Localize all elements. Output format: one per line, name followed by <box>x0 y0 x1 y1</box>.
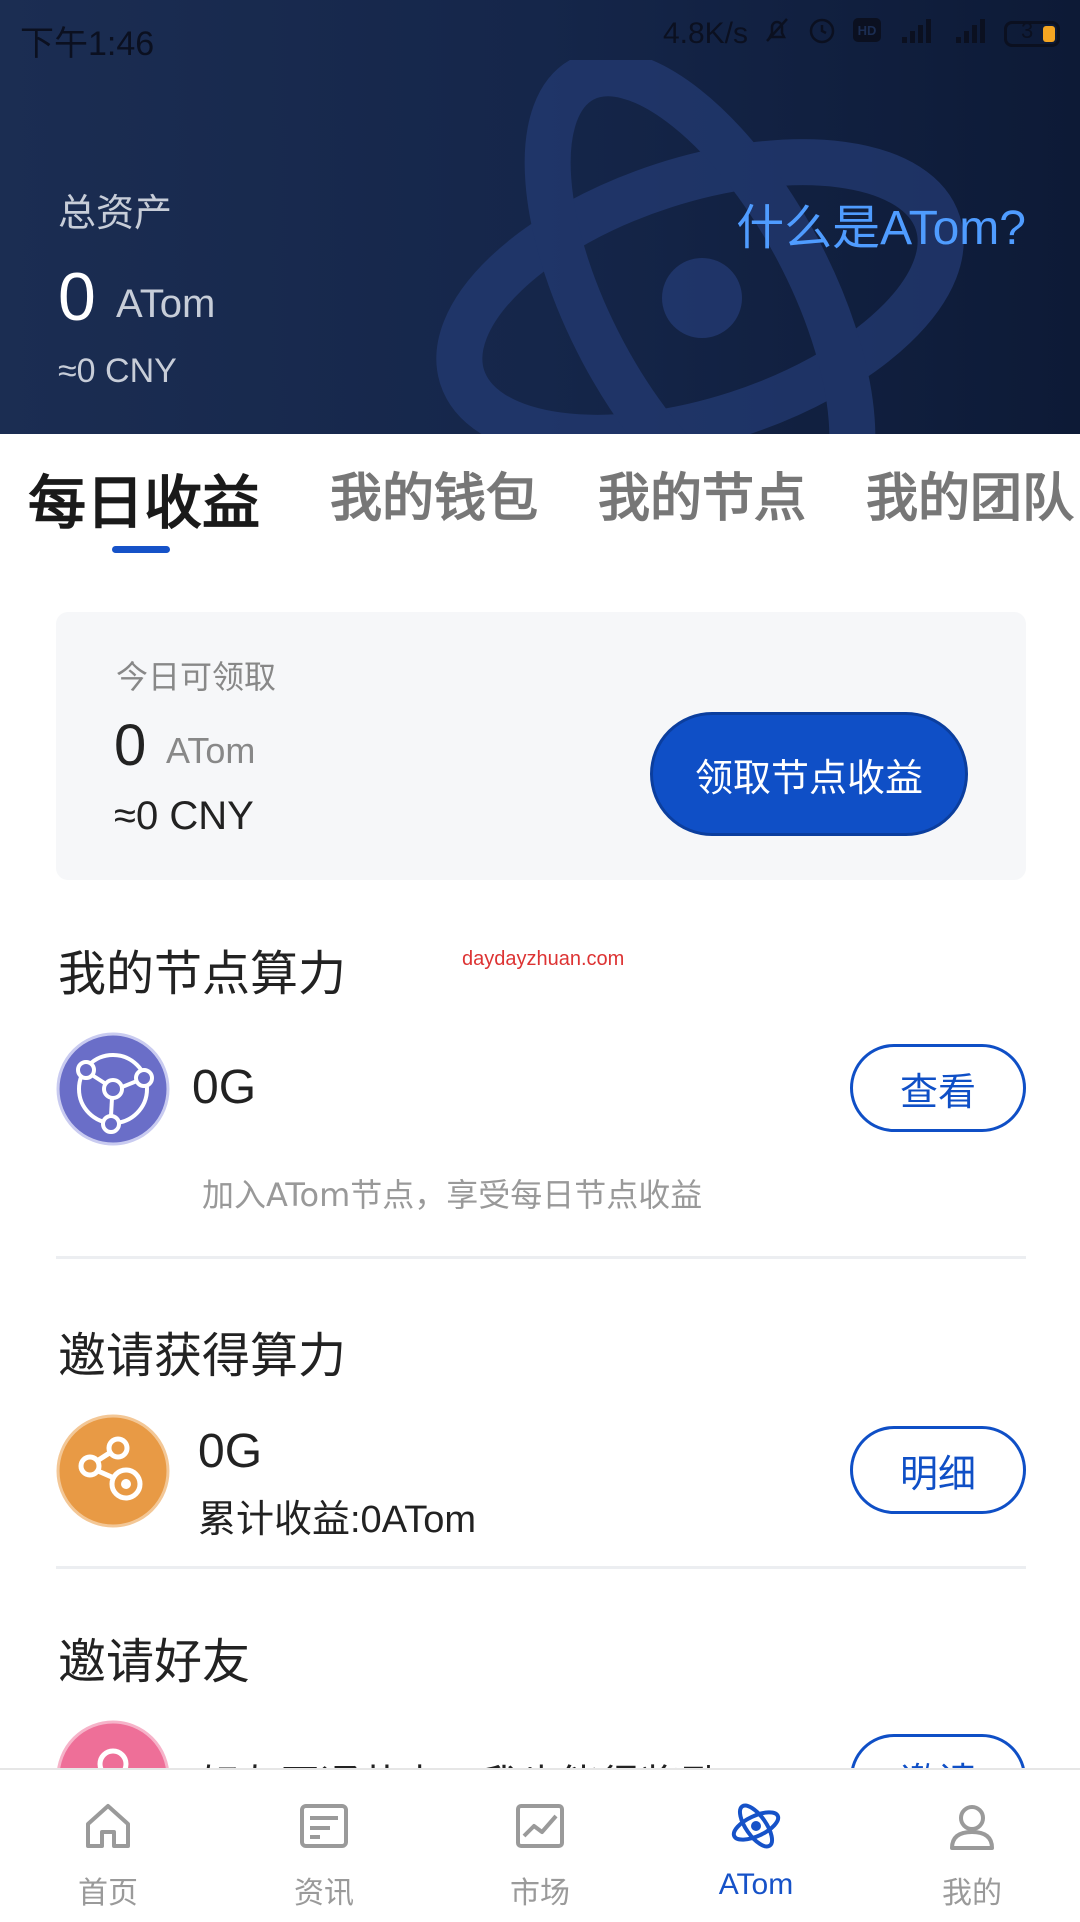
watermark-text: daydayzhuan.com <box>462 948 625 970</box>
nav-label: 市场 <box>510 1876 570 1911</box>
asset-header: 下午1:46 4.8K/s HD 3 总资产 0 ATom ≈0 CNY 什么是… <box>0 0 1080 434</box>
alarm-icon <box>806 14 838 54</box>
claim-label: 今日可领取 <box>116 658 277 696</box>
claim-cny: ≈0 CNY <box>114 794 254 838</box>
active-tab-indicator <box>112 546 170 553</box>
home-icon <box>86 1804 130 1848</box>
atom-icon <box>731 1803 781 1849</box>
total-assets-value: 0 <box>58 259 96 335</box>
status-right: 4.8K/s HD 3 <box>663 14 1060 54</box>
nav-profile[interactable]: 我的 <box>864 1770 1080 1922</box>
tab-bar: 每日收益 我的钱包 我的节点 我的团队 <box>0 434 1080 564</box>
claim-value: 0 <box>114 713 147 778</box>
nav-news[interactable]: 资讯 <box>216 1770 432 1922</box>
signal-icon <box>954 15 990 53</box>
status-time: 下午1:46 <box>20 25 155 63</box>
nav-label: 首页 <box>78 1876 138 1911</box>
bottom-nav: 首页 资讯 市场 ATom 我的 <box>0 1768 1080 1922</box>
invite-friends-title: 邀请好友 <box>58 1634 251 1690</box>
share-icon <box>56 1414 170 1528</box>
network-speed: 4.8K/s <box>662 17 748 50</box>
view-node-button[interactable]: 查看 <box>850 1044 1026 1132</box>
what-is-atom-link[interactable]: 什么是ATom? <box>736 188 1026 258</box>
claim-node-earnings-button[interactable]: 领取节点收益 <box>650 712 968 836</box>
tab-my-team[interactable]: 我的团队 <box>866 456 1074 531</box>
node-hint: 加入ATom节点，享受每日节点收益 <box>202 1176 703 1214</box>
news-icon <box>300 1804 348 1848</box>
claim-unit: ATom <box>166 730 256 771</box>
tab-my-nodes[interactable]: 我的节点 <box>598 456 806 531</box>
invite-accumulated-earnings: 累计收益:0ATom <box>198 1499 477 1541</box>
battery-icon: 3 <box>1004 18 1060 47</box>
nav-label: ATom <box>718 1868 794 1901</box>
signal-4g-icon <box>896 15 940 53</box>
tab-my-wallet[interactable]: 我的钱包 <box>330 456 538 531</box>
hd-icon: HD <box>852 17 882 51</box>
divider <box>56 1256 1026 1259</box>
node-power-title: 我的节点算力 <box>58 946 347 1002</box>
invite-power-value: 0G <box>198 1425 263 1478</box>
node-power-value: 0G <box>192 1061 257 1114</box>
nav-label: 资讯 <box>294 1876 354 1911</box>
invite-power-title: 邀请获得算力 <box>58 1328 347 1384</box>
nav-home[interactable]: 首页 <box>0 1770 216 1922</box>
market-chart-icon <box>516 1804 564 1848</box>
nav-market[interactable]: 市场 <box>432 1770 648 1922</box>
nav-atom[interactable]: ATom <box>648 1770 864 1922</box>
total-assets-label: 总资产 <box>58 191 173 235</box>
divider <box>56 1566 1026 1569</box>
profile-icon <box>950 1805 994 1850</box>
invite-details-button[interactable]: 明细 <box>850 1426 1026 1514</box>
node-hub-icon <box>56 1032 170 1146</box>
total-assets-cny: ≈0 CNY <box>58 352 177 390</box>
mute-bell-icon <box>762 15 792 53</box>
claim-card: 今日可领取 0 ATom ≈0 CNY 领取节点收益 <box>56 612 1026 880</box>
svg-text:HD: HD <box>858 23 877 38</box>
status-bar: 下午1:46 4.8K/s HD 3 <box>0 0 1080 76</box>
tab-daily-earnings[interactable]: 每日收益 <box>28 456 260 540</box>
total-assets-unit: ATom <box>116 282 216 326</box>
nav-label: 我的 <box>942 1876 1002 1911</box>
